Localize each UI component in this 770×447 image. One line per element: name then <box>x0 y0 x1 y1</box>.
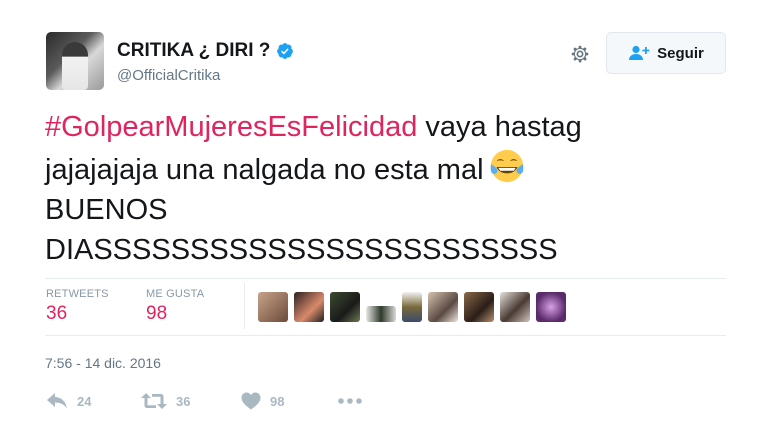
liker-avatar[interactable] <box>536 292 566 322</box>
verified-badge-icon <box>277 43 294 59</box>
liker-avatar[interactable] <box>294 292 324 322</box>
liker-avatar[interactable] <box>464 292 494 322</box>
liker-avatar[interactable] <box>402 292 422 322</box>
retweets-stat-value: 36 <box>46 303 68 324</box>
like-count: 98 <box>270 393 285 409</box>
liker-avatars <box>258 292 566 322</box>
liker-avatar[interactable] <box>330 292 360 322</box>
avatar-photo <box>62 42 88 90</box>
more-options-button[interactable] <box>337 397 363 405</box>
tweet-line-3: BUENOS <box>45 194 168 226</box>
stats-separator <box>244 283 245 329</box>
reply-button[interactable]: 24 <box>46 392 141 410</box>
hashtag-link[interactable]: #GolpearMujeresEsFelicidad <box>45 111 417 143</box>
add-user-icon <box>629 45 650 60</box>
tweet-timestamp[interactable]: 7:56 - 14 dic. 2016 <box>45 355 161 371</box>
tweet-actions: 24 36 98 <box>46 392 363 410</box>
likes-stat-value: 98 <box>146 303 168 324</box>
reply-icon <box>47 393 67 409</box>
divider <box>45 335 726 336</box>
liker-avatar[interactable] <box>500 292 530 322</box>
retweets-stat[interactable]: RETWEETS 36 <box>46 288 109 325</box>
tweet-line-4: DIASSSSSSSSSSSSSSSSSSSSSSSS <box>45 234 558 266</box>
likes-stat-label: ME GUSTA <box>146 288 205 300</box>
retweet-icon <box>141 393 167 409</box>
tweet-text: #GolpearMujeresEsFelicidad vaya hastag j… <box>45 107 735 270</box>
retweet-button[interactable]: 36 <box>141 392 241 410</box>
user-avatar[interactable] <box>46 32 104 90</box>
like-button[interactable]: 98 <box>241 392 337 410</box>
user-name-row: CRITIKA ¿ DIRI ? <box>117 40 294 62</box>
tweet-line-2-text: jajajajaja una nalgada no esta mal <box>45 154 484 186</box>
likes-stat[interactable]: ME GUSTA 98 <box>146 288 204 325</box>
user-handle[interactable]: @OfficialCritika <box>117 67 220 84</box>
tweet-line-1-rest: vaya hastag <box>417 111 582 143</box>
face-with-tears-of-joy-icon <box>490 149 523 183</box>
retweets-stat-label: RETWEETS <box>46 288 109 300</box>
gear-icon[interactable] <box>569 43 591 65</box>
heart-icon <box>241 392 261 410</box>
follow-button[interactable]: Seguir <box>606 32 726 74</box>
tweet-line-1: #GolpearMujeresEsFelicidad vaya hastag <box>45 107 735 147</box>
retweet-count: 36 <box>176 393 191 409</box>
reply-count: 24 <box>77 393 92 409</box>
liker-avatar[interactable] <box>428 292 458 322</box>
display-name[interactable]: CRITIKA ¿ DIRI ? <box>117 40 270 62</box>
divider <box>45 278 726 279</box>
more-dots-icon <box>338 398 362 404</box>
tweet-line-2: jajajajaja una nalgada no esta mal <box>45 147 735 190</box>
liker-avatar[interactable] <box>366 306 396 322</box>
liker-avatar[interactable] <box>258 292 288 322</box>
follow-button-label: Seguir <box>657 44 704 62</box>
